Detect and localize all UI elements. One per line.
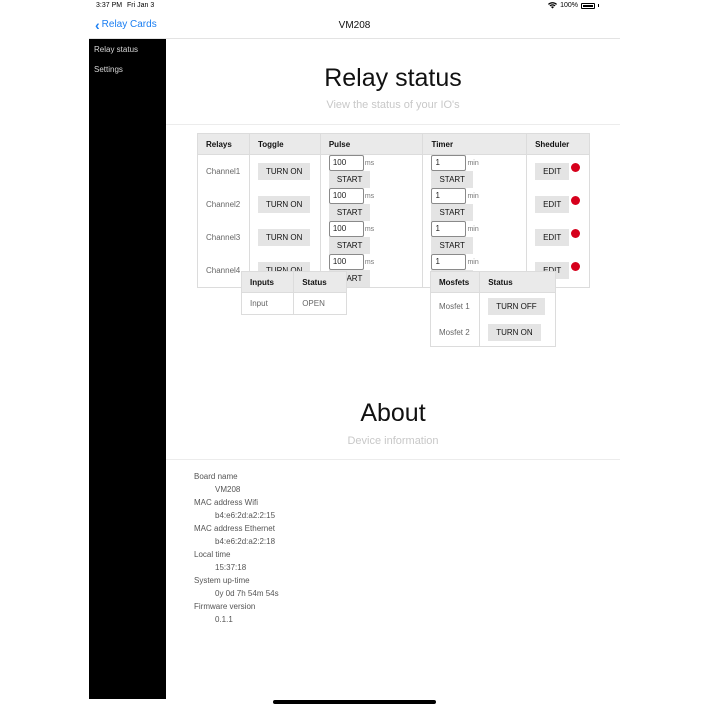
input-name: Input — [240, 292, 295, 315]
timer-start-button[interactable]: START — [431, 171, 473, 188]
navigation-bar: ‹ Relay Cards VM208 — [89, 12, 620, 39]
relay-table: Relays Toggle Pulse Timer Sheduler Chann… — [197, 133, 590, 288]
pulse-duration-input[interactable]: 100 — [328, 254, 364, 270]
device-info-list: Board name VM208 MAC address Wifi b4:e6:2d:… — [194, 470, 279, 626]
pulse-unit: ms — [364, 258, 375, 266]
info-value: b4:e6:2d:a2:2:18 — [215, 537, 276, 546]
mosfet-name: Mosfet 1 — [429, 292, 481, 320]
info-value: b4:e6:2d:a2:2:15 — [215, 511, 276, 520]
about-heading: About — [360, 399, 426, 427]
channel-name: Channel3 — [197, 221, 250, 254]
info-value: VM208 — [215, 485, 241, 494]
relay-table-header: Relays Toggle Pulse Timer Sheduler — [197, 133, 590, 155]
mosfet-1-toggle-button[interactable]: TURN OFF — [488, 297, 545, 315]
pulse-unit: ms — [364, 225, 375, 233]
channel-name: Channel1 — [197, 154, 250, 188]
divider — [166, 124, 620, 125]
relay-status-subtitle: View the status of your IO's — [326, 99, 460, 111]
input-status: OPEN — [293, 292, 347, 315]
info-label: MAC address Wifi — [194, 498, 259, 507]
status-date: Fri Jan 3 — [127, 2, 155, 9]
pulse-unit: ms — [364, 159, 375, 167]
info-label: Local time — [194, 550, 231, 559]
table-row: Channel3 TURN ON 100 msSTART 1 minSTART EDIT — [197, 221, 590, 254]
sidebar: Relay status Settings — [89, 39, 166, 699]
col-pulse: Pulse — [319, 133, 424, 155]
scheduler-edit-button[interactable]: EDIT — [535, 229, 570, 246]
col-input-status: Status — [293, 271, 347, 293]
channel-toggle-button[interactable]: TURN ON — [257, 196, 311, 213]
battery-percent: 100% — [560, 2, 578, 9]
pulse-start-button[interactable]: START — [328, 237, 371, 254]
scheduler-edit-button[interactable]: EDIT — [535, 196, 570, 213]
info-label: MAC address Ethernet — [194, 524, 275, 533]
info-value: 15:37:18 — [215, 563, 247, 572]
pulse-start-button[interactable]: START — [328, 204, 371, 221]
col-inputs: Inputs — [240, 271, 295, 293]
status-time: 3:37 PM — [96, 2, 123, 9]
table-row: Mosfet 2 TURN ON — [429, 319, 556, 347]
timer-duration-input[interactable]: 1 — [431, 188, 467, 204]
scheduler-status-indicator — [571, 229, 581, 238]
timer-unit: min — [467, 159, 479, 167]
info-value: 0.1.1 — [215, 615, 233, 624]
home-indicator — [273, 700, 436, 704]
inputs-table: Inputs Status Input OPEN — [240, 271, 347, 315]
page-title: VM208 — [338, 20, 371, 31]
timer-unit: min — [467, 192, 479, 200]
timer-duration-input[interactable]: 1 — [431, 155, 467, 171]
scheduler-status-indicator — [571, 196, 581, 205]
pulse-unit: ms — [364, 192, 375, 200]
col-relays: Relays — [197, 133, 250, 155]
info-label: Board name — [194, 472, 238, 481]
table-row: Mosfet 1 TURN OFF — [429, 292, 556, 320]
timer-duration-input[interactable]: 1 — [431, 254, 467, 270]
timer-start-button[interactable]: START — [431, 204, 473, 221]
mosfet-name: Mosfet 2 — [429, 319, 481, 347]
scheduler-status-indicator — [571, 163, 581, 172]
channel-toggle-button[interactable]: TURN ON — [257, 229, 311, 246]
col-timer: Timer — [422, 133, 528, 155]
about-subtitle: Device information — [347, 435, 439, 447]
table-row: Channel2 TURN ON 100 msSTART 1 minSTART EDIT — [197, 188, 590, 221]
table-row: Channel1 TURN ON 100 msSTART 1 minSTART EDIT — [197, 154, 590, 188]
mosfet-2-toggle-button[interactable]: TURN ON — [488, 324, 541, 342]
col-toggle: Toggle — [248, 133, 321, 155]
relay-status-heading: Relay status — [324, 64, 462, 92]
info-label: Firmware version — [194, 602, 256, 611]
timer-start-button[interactable]: START — [431, 237, 473, 254]
sidebar-item-settings[interactable]: Settings — [89, 59, 166, 79]
status-bar: 3:37 PM Fri Jan 3 100% — [0, 0, 709, 12]
col-mosfet-status: Status — [479, 271, 556, 293]
col-mosfets: Mosfets — [429, 271, 481, 293]
main-content: Relay status View the status of your IO'… — [166, 39, 620, 699]
pulse-duration-input[interactable]: 100 — [328, 155, 364, 171]
pulse-duration-input[interactable]: 100 — [328, 221, 364, 237]
timer-unit: min — [467, 258, 479, 266]
timer-unit: min — [467, 225, 479, 233]
info-value: 0y 0d 7h 54m 54s — [215, 589, 279, 598]
col-sheduler: Sheduler — [526, 133, 590, 155]
table-row: Input OPEN — [240, 292, 347, 315]
wifi-icon — [548, 2, 558, 9]
mosfets-table: Mosfets Status Mosfet 1 TURN OFF Mosfet … — [429, 271, 556, 347]
divider — [166, 459, 620, 460]
channel-name: Channel2 — [197, 188, 250, 221]
timer-duration-input[interactable]: 1 — [431, 221, 467, 237]
pulse-start-button[interactable]: START — [328, 171, 371, 188]
sidebar-item-relay-status[interactable]: Relay status — [89, 39, 166, 59]
status-right: 100% — [548, 2, 599, 9]
scheduler-edit-button[interactable]: EDIT — [535, 163, 570, 180]
info-label: System up-time — [194, 576, 250, 585]
pulse-duration-input[interactable]: 100 — [328, 188, 364, 204]
battery-icon — [581, 2, 595, 9]
channel-toggle-button[interactable]: TURN ON — [257, 163, 311, 180]
scheduler-status-indicator — [571, 262, 581, 271]
